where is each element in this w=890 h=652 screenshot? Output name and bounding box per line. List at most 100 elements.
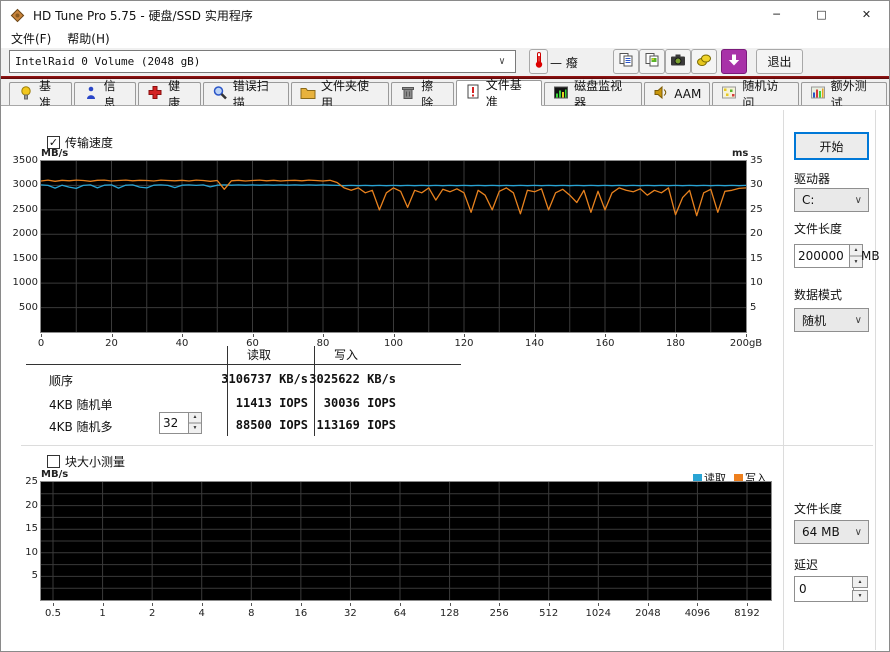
axis-tick-mark [152, 603, 154, 606]
axis-tick-mark [251, 603, 253, 606]
axis-tick-label: 200gB [729, 338, 763, 349]
drive-label: 驱动器 [794, 172, 831, 186]
error-scan-icon [212, 85, 228, 103]
data-mode-label: 数据模式 [794, 288, 843, 302]
toolbar: IntelRaid 0 Volume (2048 gB) ∨ — 癈 退出 [1, 48, 889, 76]
axis-tick-label: 1 [99, 608, 106, 619]
axis-tick-label: 512 [539, 608, 559, 619]
spin-down-icon[interactable]: ▼ [189, 423, 201, 433]
info-icon [83, 85, 99, 103]
axis-tick-label: 1000 [12, 277, 38, 289]
copy-text-icon [618, 52, 634, 71]
temperature-button[interactable] [529, 49, 548, 74]
tab-erase[interactable]: 擦除 [391, 79, 454, 110]
copy-text-button[interactable] [613, 49, 639, 74]
axis-tick-label: 35 [750, 155, 763, 166]
chevron-down-icon: ∨ [854, 314, 862, 326]
block-file-length-select[interactable]: 64 MB ∨ [794, 520, 869, 544]
drive-select[interactable]: C: ∨ [794, 188, 869, 212]
delay-input[interactable] [794, 576, 854, 602]
file-length-spinner: ▲▼ [794, 244, 863, 268]
axis-tick-label: 160 [595, 338, 615, 349]
axis-tick-label: 4 [198, 608, 205, 619]
screenshot-button[interactable] [665, 49, 691, 74]
axis-tick-label: 5 [750, 301, 757, 313]
axis-tick-label: 128 [440, 608, 460, 619]
y-axis-unit-blocksize: MB/s [41, 469, 69, 480]
maximize-button[interactable]: □ [799, 1, 844, 29]
axis-tick-label: 3500 [12, 155, 38, 166]
health-icon [147, 85, 163, 103]
axis-tick-label: 4096 [684, 608, 711, 619]
sequential-read-value: 3106737 KB/s [221, 372, 308, 386]
axis-tick-label: 500 [18, 301, 38, 313]
axis-tick-label: 0.5 [45, 608, 61, 619]
close-button[interactable]: ✕ [844, 1, 889, 29]
file-benchmark-panel: ✓ 传输速度 MB/s ms 3500 3000 2500 2000 1500 1000 5… [1, 106, 889, 651]
block-size-checkbox[interactable] [47, 455, 60, 468]
table-divider [227, 346, 228, 436]
4k-single-read-value: 11413 IOPS [235, 396, 308, 410]
transfer-speed-label: 传输速度 [65, 136, 114, 150]
axis-tick-label: 10 [25, 546, 38, 558]
axis-tick-mark [111, 334, 113, 337]
copy-image-button[interactable] [639, 49, 665, 74]
tab-benchmark[interactable]: 基准 [9, 79, 72, 110]
spin-up-icon[interactable]: ▲ [852, 576, 868, 588]
axis-tick-mark [499, 603, 501, 606]
axis-tick-mark [746, 334, 747, 337]
tab-error-scan[interactable]: 错误扫描 [202, 79, 289, 110]
data-mode-select[interactable]: 随机 ∨ [794, 308, 869, 332]
folder-usage-icon [300, 85, 316, 103]
spin-up-icon[interactable]: ▲ [189, 413, 201, 423]
axis-tick-mark [605, 334, 606, 337]
device-select-value: IntelRaid 0 Volume (2048 gB) [15, 55, 201, 68]
axis-tick-mark [102, 603, 104, 606]
4k-multi-read-value: 88500 IOPS [235, 418, 308, 432]
results-table: 读取 写入 顺序 3106737 KB/s 3025622 KB/s 4KB 随… [26, 346, 461, 438]
queue-depth-updown: ▲ ▼ [188, 412, 202, 434]
menubar: 文件(F) 帮助(H) [1, 29, 889, 48]
axis-tick-mark [747, 603, 748, 606]
device-select[interactable]: IntelRaid 0 Volume (2048 gB) ∨ [9, 50, 516, 73]
exit-button[interactable]: 退出 [756, 49, 803, 74]
window-controls: ─ □ ✕ [754, 1, 889, 29]
4k-single-write-value: 30036 IOPS [323, 396, 396, 410]
save-results-button[interactable] [691, 49, 717, 74]
menu-help[interactable]: 帮助(H) [59, 30, 117, 47]
table-header-rule [26, 364, 461, 365]
axis-tick-label: 140 [524, 338, 545, 349]
axis-tick-label: 20 [25, 499, 38, 511]
axis-tick-mark [675, 334, 677, 337]
tab-info[interactable]: 信息 [73, 79, 137, 110]
axis-tick-label: 64 [393, 608, 407, 619]
download-button[interactable] [721, 49, 747, 74]
axis-tick-mark [182, 334, 183, 337]
tab-extra-tests[interactable]: 额外测试 [800, 79, 887, 110]
tab-file-benchmark[interactable]: 文件基准 [455, 78, 543, 109]
block-size-label: 块大小测量 [65, 455, 126, 469]
axis-tick-label: 256 [489, 608, 509, 619]
axis-tick-mark [598, 603, 600, 606]
queue-depth-input[interactable] [159, 412, 188, 434]
axis-tick-label: 15 [25, 523, 38, 535]
spin-down-icon[interactable]: ▼ [852, 590, 868, 602]
start-button[interactable]: 开始 [794, 132, 869, 160]
minimize-button[interactable]: ─ [754, 1, 799, 29]
tab-random-access[interactable]: 随机访问 [712, 79, 799, 110]
tab-health[interactable]: 健康 [138, 79, 201, 110]
block-size-chart [40, 481, 772, 601]
tab-disk-monitor[interactable]: 磁盘监视器 [544, 79, 643, 110]
menu-file[interactable]: 文件(F) [3, 30, 59, 47]
tabbar: 基准 信息 健康 错误扫描 文件夹使用 擦除 文件基准 磁盘监视器 AAM 随机… [1, 78, 889, 110]
read-column-header: 读取 [246, 348, 272, 362]
tab-folder-usage[interactable]: 文件夹使用 [291, 79, 390, 110]
tab-aam[interactable]: AAM [644, 82, 711, 105]
random-access-icon [721, 85, 737, 103]
axis-tick-mark [201, 603, 203, 606]
aam-icon [653, 85, 669, 103]
panel-right-border [875, 110, 876, 650]
row-label-sequential: 顺序 [49, 374, 74, 388]
file-benchmark-icon [465, 84, 481, 102]
file-length-input[interactable] [794, 244, 849, 268]
